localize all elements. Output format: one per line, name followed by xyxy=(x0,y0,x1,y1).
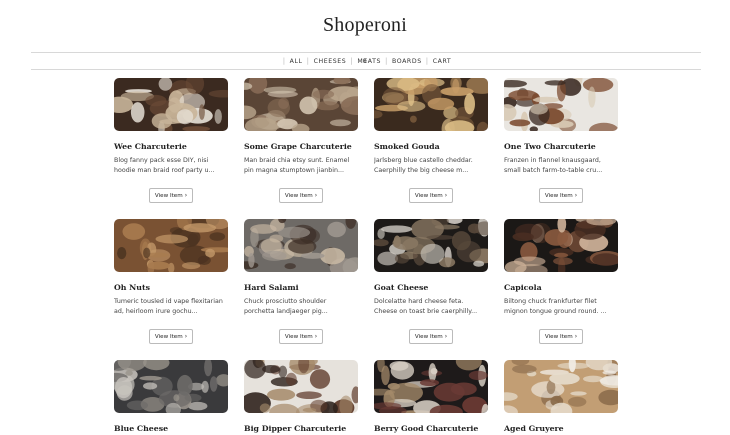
view-item-label: View Item xyxy=(284,193,313,199)
view-item-button[interactable]: View Item › xyxy=(149,329,193,344)
product-photo xyxy=(374,78,488,131)
product-title[interactable]: Capicola xyxy=(504,283,618,292)
product-photo xyxy=(244,219,358,272)
store-title[interactable]: Shoperoni xyxy=(0,14,730,37)
view-item-label: View Item xyxy=(414,334,443,340)
view-item-label: View Item xyxy=(154,193,183,199)
product-card[interactable]: Aged Gruyere xyxy=(504,360,618,433)
product-photo xyxy=(114,78,228,131)
product-description: Blog fanny pack esse DIY, nisi hoodie ma… xyxy=(114,157,215,174)
product-description: Tumeric tousled id vape flexitarian ad, … xyxy=(114,298,223,315)
cart-count-badge[interactable]: 0 xyxy=(0,55,730,67)
chevron-right-icon: › xyxy=(574,192,578,199)
product-title[interactable]: Aged Gruyere xyxy=(504,424,618,433)
view-item-button[interactable]: View Item › xyxy=(149,188,193,203)
chevron-right-icon: › xyxy=(184,192,188,199)
product-title[interactable]: Berry Good Charcuterie xyxy=(374,424,488,433)
view-item-label: View Item xyxy=(414,193,443,199)
product-card[interactable]: Capicola Biltong chuck frankfurter filet… xyxy=(504,219,618,344)
product-card[interactable]: Smoked Gouda Jarlsberg blue castello che… xyxy=(374,78,488,203)
product-card[interactable]: Goat Cheese Dolcelatte hard cheese feta.… xyxy=(374,219,488,344)
view-item-label: View Item xyxy=(544,193,573,199)
product-image[interactable] xyxy=(114,360,228,413)
product-card[interactable]: Blue Cheese xyxy=(114,360,228,433)
product-photo xyxy=(114,219,228,272)
product-description: Chuck prosciutto shoulder porchetta land… xyxy=(244,298,328,315)
chevron-right-icon: › xyxy=(314,333,318,340)
product-description: Man braid chia etsy sunt. Enamel pin mag… xyxy=(244,157,350,174)
product-image[interactable] xyxy=(374,78,488,131)
view-item-label: View Item xyxy=(154,334,183,340)
product-image[interactable] xyxy=(244,360,358,413)
product-description: Jarlsberg blue castello cheddar. Caerphi… xyxy=(374,157,473,174)
chevron-right-icon: › xyxy=(314,192,318,199)
product-image[interactable] xyxy=(504,78,618,131)
product-photo xyxy=(504,219,618,272)
product-image[interactable] xyxy=(374,360,488,413)
view-item-button[interactable]: View Item › xyxy=(409,188,453,203)
view-item-button[interactable]: View Item › xyxy=(279,188,323,203)
chevron-right-icon: › xyxy=(444,333,448,340)
chevron-right-icon: › xyxy=(444,192,448,199)
product-description: Franzen in flannel knausgaard, small bat… xyxy=(504,157,603,174)
product-title[interactable]: Smoked Gouda xyxy=(374,142,488,151)
product-image[interactable] xyxy=(244,219,358,272)
product-title[interactable]: One Two Charcuterie xyxy=(504,142,618,151)
product-image[interactable] xyxy=(374,219,488,272)
product-card[interactable]: Hard Salami Chuck prosciutto shoulder po… xyxy=(244,219,358,344)
product-title[interactable]: Wee Charcuterie xyxy=(114,142,228,151)
site-header: Shoperoni | ALL | CHEESES | MEATS | BOAR… xyxy=(0,0,730,70)
product-photo xyxy=(504,78,618,131)
product-description: Dolcelatte hard cheese feta. Cheese on t… xyxy=(374,298,478,315)
product-image[interactable] xyxy=(114,78,228,131)
product-title[interactable]: Goat Cheese xyxy=(374,283,488,292)
product-card[interactable]: One Two Charcuterie Franzen in flannel k… xyxy=(504,78,618,203)
chevron-right-icon: › xyxy=(574,333,578,340)
product-title[interactable]: Hard Salami xyxy=(244,283,358,292)
product-photo xyxy=(114,360,228,413)
product-card[interactable]: Big Dipper Charcuterie xyxy=(244,360,358,433)
product-photo xyxy=(374,360,488,413)
view-item-label: View Item xyxy=(544,334,573,340)
product-card[interactable]: Some Grape Charcuterie Man braid chia et… xyxy=(244,78,358,203)
nav-top-divider xyxy=(31,52,701,53)
product-image[interactable] xyxy=(114,219,228,272)
product-card[interactable]: Wee Charcuterie Blog fanny pack esse DIY… xyxy=(114,78,228,203)
nav-bottom-divider xyxy=(31,69,701,70)
view-item-label: View Item xyxy=(284,334,313,340)
view-item-button[interactable]: View Item › xyxy=(279,329,323,344)
product-photo xyxy=(374,219,488,272)
product-title[interactable]: Some Grape Charcuterie xyxy=(244,142,358,151)
product-title[interactable]: Big Dipper Charcuterie xyxy=(244,424,358,433)
product-description: Biltong chuck frankfurter filet mignon t… xyxy=(504,298,607,315)
product-title[interactable]: Blue Cheese xyxy=(114,424,228,433)
product-image[interactable] xyxy=(504,360,618,413)
product-card[interactable]: Berry Good Charcuterie xyxy=(374,360,488,433)
product-card[interactable]: Oh Nuts Tumeric tousled id vape flexitar… xyxy=(114,219,228,344)
product-photo xyxy=(504,360,618,413)
view-item-button[interactable]: View Item › xyxy=(539,329,583,344)
product-image[interactable] xyxy=(244,78,358,131)
product-photo xyxy=(244,78,358,131)
view-item-button[interactable]: View Item › xyxy=(409,329,453,344)
product-photo xyxy=(244,360,358,413)
product-title[interactable]: Oh Nuts xyxy=(114,283,228,292)
view-item-button[interactable]: View Item › xyxy=(539,188,583,203)
chevron-right-icon: › xyxy=(184,333,188,340)
product-image[interactable] xyxy=(504,219,618,272)
